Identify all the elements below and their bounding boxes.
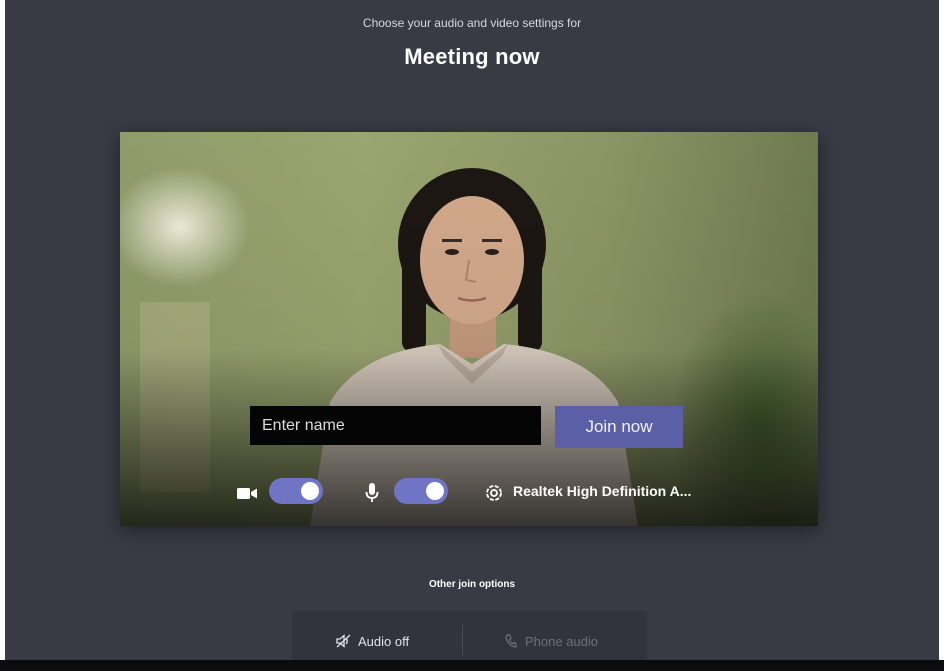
options-divider xyxy=(462,625,463,655)
page-subtitle: Choose your audio and video settings for xyxy=(362,16,582,30)
phone-icon xyxy=(505,634,517,651)
video-preview xyxy=(120,132,818,526)
join-now-button[interactable]: Join now xyxy=(555,406,683,448)
audio-off-option[interactable]: Audio off xyxy=(336,634,409,651)
microphone-icon xyxy=(364,482,380,504)
other-join-options-heading: Other join options xyxy=(428,579,516,590)
camera-feed-image xyxy=(120,132,818,526)
page-title: Meeting now xyxy=(404,44,540,69)
prejoin-stage: Choose your audio and video settings for… xyxy=(5,0,939,660)
gear-icon[interactable] xyxy=(483,482,505,504)
bottom-bar xyxy=(0,660,944,671)
phone-audio-label: Phone audio xyxy=(525,634,599,649)
camera-toggle[interactable] xyxy=(269,478,323,504)
audio-off-label: Audio off xyxy=(358,634,410,649)
other-join-options-bar: Audio off Phone audio xyxy=(292,611,647,660)
speaker-off-icon xyxy=(336,634,352,651)
camera-icon xyxy=(236,484,258,502)
phone-audio-option[interactable]: Phone audio xyxy=(505,634,598,651)
camera-toggle-knob xyxy=(301,482,319,500)
microphone-toggle-knob xyxy=(426,482,444,500)
name-input[interactable] xyxy=(250,406,541,445)
meeting-prejoin-screen: Choose your audio and video settings for… xyxy=(0,0,944,671)
audio-device-label[interactable]: Realtek High Definition A... xyxy=(513,483,691,499)
microphone-toggle[interactable] xyxy=(394,478,448,504)
